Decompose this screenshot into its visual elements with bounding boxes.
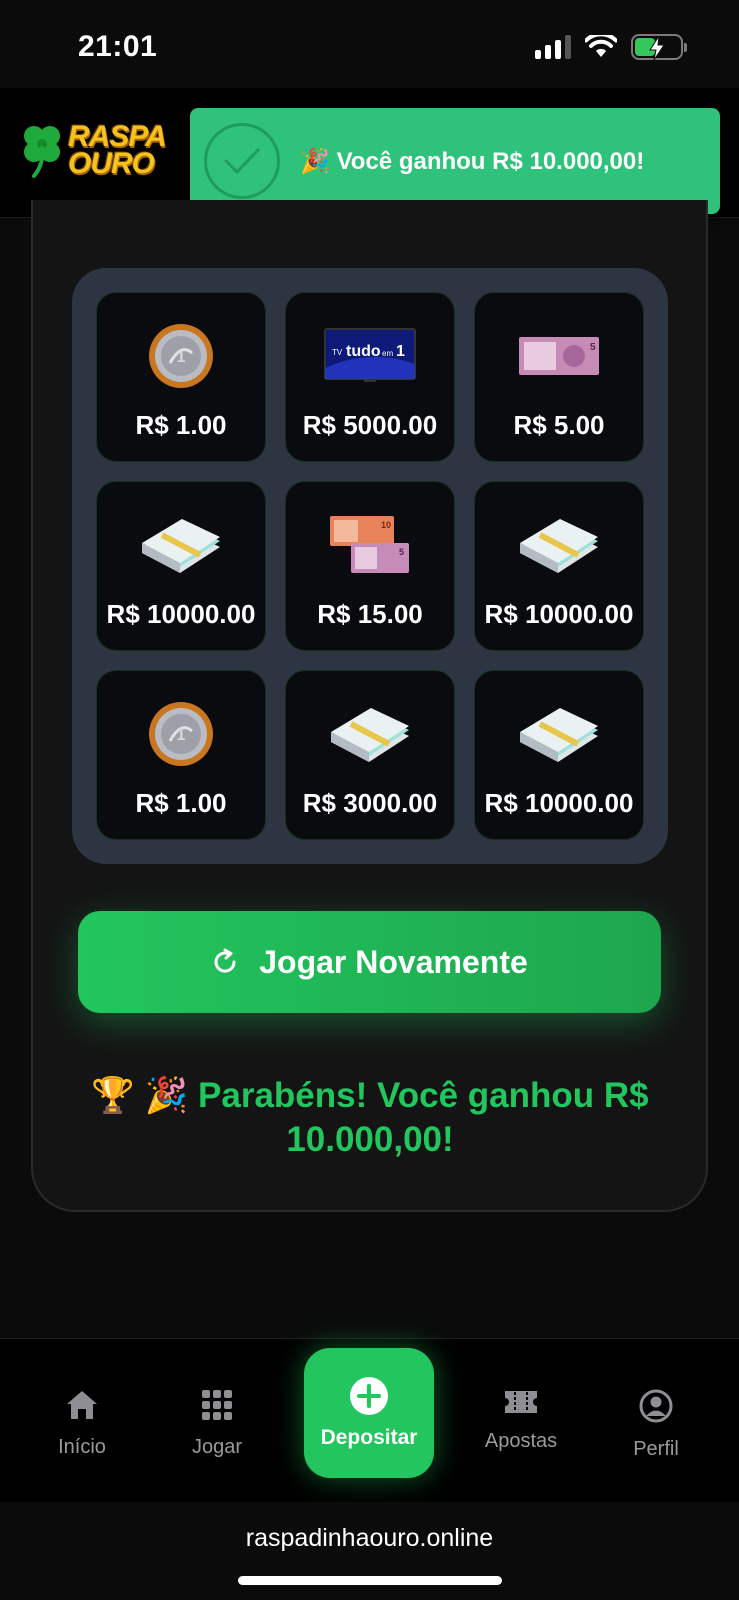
win-toast[interactable]: 🎉 Você ganhou R$ 10.000,00!	[190, 108, 720, 214]
prize-cell: R$ 10000.00	[474, 670, 644, 840]
prize-cell: TV tudo em 1 R$ 5000.00	[285, 292, 455, 462]
logo[interactable]: RASPA OURO	[20, 120, 167, 180]
logo-line1: RASPA	[68, 120, 167, 153]
prize-cell: 10 5 R$ 15.00	[285, 481, 455, 651]
ticket-icon	[505, 1391, 537, 1413]
clover-icon	[24, 126, 60, 178]
nav-item-perfil[interactable]: Perfil	[601, 1389, 711, 1461]
home-indicator[interactable]	[238, 1576, 502, 1585]
congrats-message: 🏆 🎉 Parabéns! Você ganhou R$ 10.000,00!	[91, 1076, 649, 1159]
cash-stack-icon	[142, 519, 220, 573]
party-icon: 🎉	[300, 147, 330, 175]
trophy-icon: 🏆 🎉	[91, 1076, 189, 1115]
url-text: raspadinhaouro.online	[245, 1524, 494, 1552]
svg-text:5: 5	[399, 547, 404, 557]
svg-text:TV: TV	[332, 348, 343, 357]
prize-label: R$ 15.00	[317, 599, 423, 629]
svg-text:1: 1	[177, 349, 186, 366]
prize-cell: 1 R$ 1.00	[96, 292, 266, 462]
nav-item-jogar[interactable]: Jogar	[162, 1389, 272, 1459]
play-again-button[interactable]: Jogar Novamente	[78, 911, 661, 1013]
prize-cell: R$ 10000.00	[474, 481, 644, 651]
cash-stack-icon	[520, 519, 598, 573]
grid-icon	[202, 1390, 232, 1420]
prize-label: R$ 1.00	[135, 410, 227, 440]
prize-label: R$ 5.00	[513, 410, 605, 440]
prize-label: R$ 10000.00	[484, 599, 634, 629]
prize-label: R$ 10000.00	[484, 788, 634, 818]
prize-label: R$ 1.00	[135, 788, 227, 818]
browser-url-bar[interactable]: raspadinhaouro.online	[0, 1502, 739, 1600]
status-bar: 21:01	[0, 0, 739, 88]
nav-item-inicio[interactable]: Início	[27, 1389, 137, 1459]
cash-stack-icon	[331, 708, 409, 762]
svg-text:1: 1	[177, 727, 186, 744]
deposit-label: Depositar	[320, 1426, 418, 1449]
svg-text:10: 10	[381, 520, 391, 530]
coin-icon: 1	[149, 702, 213, 766]
prize-label: R$ 3000.00	[302, 788, 438, 818]
svg-text:tudo: tudo	[346, 343, 381, 360]
banknotes-10-5-icon: 10 5	[330, 516, 409, 573]
cash-stack-icon	[520, 708, 598, 762]
prize-label: R$ 5000.00	[302, 410, 438, 440]
home-icon	[67, 1391, 97, 1419]
battery-icon	[631, 34, 687, 61]
plus-circle-icon	[350, 1377, 388, 1415]
wifi-icon	[585, 35, 617, 57]
prize-cell: R$ 3000.00	[285, 670, 455, 840]
banknote-5-icon: 5	[519, 337, 599, 375]
deposit-button[interactable]: Depositar	[304, 1348, 434, 1478]
check-circle-icon	[204, 123, 280, 199]
prize-cell: R$ 10000.00	[96, 481, 266, 651]
scratch-grid: 1 R$ 1.00 TV tudo em 1 R$ 5000.00 5 R$ 5…	[72, 268, 668, 864]
user-icon	[639, 1389, 673, 1423]
status-time: 21:01	[78, 30, 158, 63]
refresh-icon	[214, 948, 236, 973]
play-again-label: Jogar Novamente	[259, 943, 528, 980]
prize-cell: 5 R$ 5.00	[474, 292, 644, 462]
signal-icon	[535, 35, 571, 59]
svg-text:em: em	[382, 349, 393, 358]
svg-text:5: 5	[590, 342, 596, 353]
logo-line2: OURO	[68, 147, 155, 180]
tv-icon: TV tudo em 1	[324, 328, 416, 382]
nav-item-apostas[interactable]: Apostas	[466, 1389, 576, 1453]
svg-text:1: 1	[396, 343, 405, 360]
prize-cell: 1 R$ 1.00	[96, 670, 266, 840]
prize-label: R$ 10000.00	[106, 599, 256, 629]
coin-icon: 1	[149, 324, 213, 388]
status-icons	[535, 34, 687, 61]
toast-message: 🎉 Você ganhou R$ 10.000,00!	[300, 147, 645, 175]
